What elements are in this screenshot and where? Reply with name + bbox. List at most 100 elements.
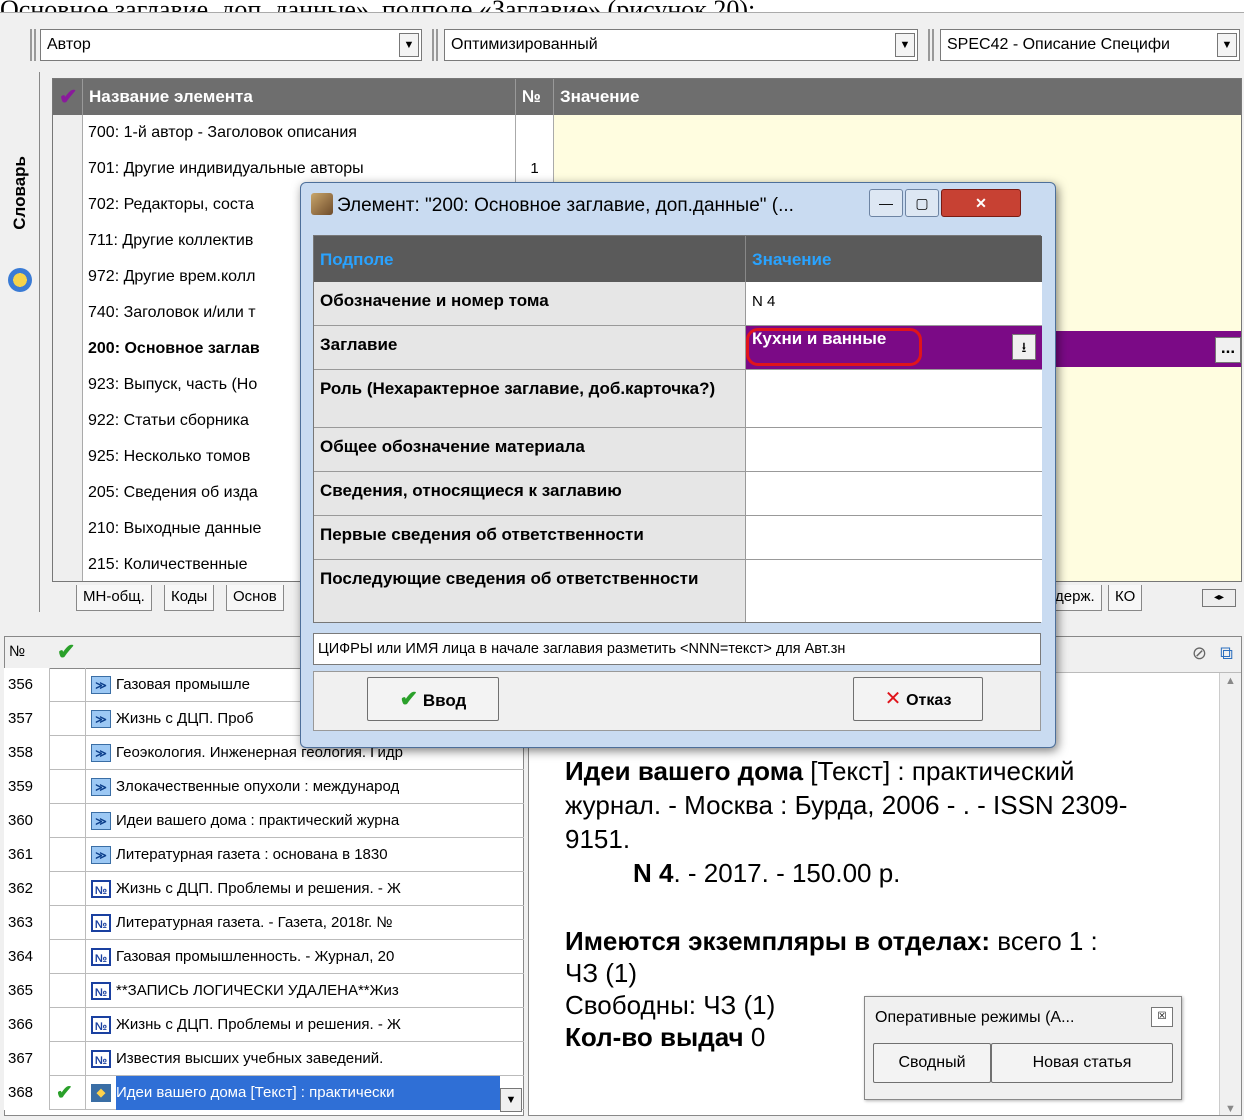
chevron-down-icon[interactable]: ▼ (895, 33, 915, 57)
record-title: Жизнь с ДЦП. Проблемы и решения. - Ж (116, 880, 401, 897)
row-check-cell[interactable] (53, 439, 83, 475)
record-number: 366 (4, 1008, 50, 1042)
tab-mn-general[interactable]: МН-общ. (76, 585, 152, 611)
new-article-button[interactable]: Новая статья (991, 1043, 1173, 1083)
row-check-cell[interactable] (53, 295, 83, 331)
dialog-title: Элемент: "200: Основное заглавие, доп.да… (337, 195, 794, 216)
maximize-icon[interactable]: ▢ (905, 189, 939, 217)
subfield-row[interactable]: Первые сведения об ответственности (314, 516, 1042, 560)
subfield-label: Общее обозначение материала (314, 428, 746, 471)
ok-button[interactable]: ✔ Ввод (367, 677, 499, 721)
record-check-cell[interactable] (50, 974, 86, 1008)
close-icon[interactable]: ✕ (941, 189, 1021, 217)
record-check-cell[interactable]: ✔ (50, 1076, 86, 1110)
row-check-cell[interactable] (53, 475, 83, 511)
chevron-down-icon[interactable]: ▼ (500, 1088, 522, 1112)
record-check-cell[interactable] (50, 940, 86, 974)
value-column-header[interactable]: Значение (554, 79, 1241, 115)
list-item[interactable]: 364 № Газовая промышленность. - Журнал, 20 (4, 940, 524, 974)
list-item[interactable]: 365 № **ЗАПИСЬ ЛОГИЧЕСКИ УДАЛЕНА**Жиз (4, 974, 524, 1008)
row-check-cell[interactable] (53, 187, 83, 223)
row-check-cell[interactable] (53, 511, 83, 547)
list-item[interactable]: 359 ≫ Злокачественные опухоли : международ (4, 770, 524, 804)
record-check-cell[interactable] (50, 702, 86, 736)
record-check-cell[interactable] (50, 838, 86, 872)
description-title-rest: [Текст] : практический (803, 756, 1075, 786)
list-item[interactable]: 366 № Жизнь с ДЦП. Проблемы и решения. - Ж (4, 1008, 524, 1042)
subfield-row[interactable]: Общее обозначение материала (314, 428, 1042, 472)
list-item[interactable]: 367 № Известия высших учебных заведений. (4, 1042, 524, 1076)
dictionary-icon[interactable] (8, 268, 32, 292)
record-number: 367 (4, 1042, 50, 1076)
title-value-editor[interactable]: Кухни и ванные ⭳ (746, 326, 1042, 369)
worksheet-combo[interactable]: SPEC42 - Описание Специфи ▼ (940, 29, 1240, 61)
subfield-value[interactable] (746, 428, 1042, 471)
row-check-cell[interactable] (53, 403, 83, 439)
issue-line: N 4. - 2017. - 150.00 р. (633, 857, 900, 889)
issue-number: N 4 (633, 858, 674, 888)
subfield-value[interactable] (746, 516, 1042, 559)
list-item[interactable]: 360 ≫ Идеи вашего дома : практический журн… (4, 804, 524, 838)
list-item-selected[interactable]: 368 ✔ ◆ Идеи вашего дома [Текст] : практиче… (4, 1076, 524, 1110)
serial-icon: ≫ (91, 710, 111, 728)
operational-modes-title: Оперативные режимы (А... (875, 1009, 1075, 1026)
free-copies: Свободны: ЧЗ (1) (565, 990, 776, 1020)
value-column-header[interactable]: Значение (746, 236, 1042, 282)
element-value[interactable] (554, 115, 1241, 151)
subfield-value[interactable] (746, 560, 1042, 622)
record-check-cell[interactable] (50, 872, 86, 906)
tab-ko[interactable]: КО (1108, 585, 1143, 611)
subfield-row[interactable]: Роль (Нехарактерное заглавие, доб.карточ… (314, 370, 1042, 428)
tag-icon[interactable]: ⊘ (1192, 643, 1207, 664)
subfield-row[interactable]: Обозначение и номер тома N 4 (314, 282, 1042, 326)
row-check-cell[interactable] (53, 259, 83, 295)
scrollbar[interactable]: ▲ ▼ (1219, 673, 1241, 1115)
row-check-cell[interactable] (53, 367, 83, 403)
subfield-value[interactable]: N 4 (746, 282, 1042, 325)
download-arrow-icon[interactable]: ⭳ (1012, 334, 1036, 360)
tab-codes[interactable]: Коды (164, 585, 215, 611)
subfield-column-header[interactable]: Подполе (314, 236, 746, 282)
loans-value: 0 (743, 1022, 766, 1052)
row-check-cell[interactable] (53, 547, 83, 581)
subfield-row-active[interactable]: Заглавие Кухни и ванные ⭳ (314, 326, 1042, 370)
author-combo[interactable]: Автор ▼ (40, 29, 422, 61)
record-check-cell[interactable] (50, 770, 86, 804)
row-check-cell[interactable] (53, 331, 83, 367)
chevron-down-icon[interactable]: ▼ (399, 33, 419, 57)
record-check-cell[interactable] (50, 906, 86, 940)
copy-icon[interactable]: ⧉ (1220, 643, 1233, 664)
subfield-value[interactable] (746, 472, 1042, 515)
summary-button[interactable]: Сводный (873, 1043, 991, 1083)
list-item[interactable]: 361 ≫ Литературная газета : основана в 183… (4, 838, 524, 872)
minimize-icon[interactable]: — (869, 189, 903, 217)
close-icon[interactable]: ☒ (1151, 1007, 1173, 1027)
hint-field[interactable]: ЦИФРЫ или ИМЯ лица в начале заглавия раз… (313, 633, 1041, 665)
copies-total: всего 1 : (990, 926, 1098, 956)
dictionary-tab[interactable]: Словарь (10, 156, 30, 230)
grid-row[interactable]: 700: 1-й автор - Заголовок описания (53, 115, 1241, 151)
cancel-button[interactable]: ✕ Отказ (853, 677, 983, 721)
name-column-header[interactable]: Название элемента (83, 79, 516, 115)
subfield-row[interactable]: Сведения, относящиеся к заглавию (314, 472, 1042, 516)
tab-scroll-arrows-icon[interactable]: ◂▸ (1202, 589, 1236, 607)
record-check-cell[interactable] (50, 736, 86, 770)
number-column-header[interactable]: № (9, 643, 25, 660)
row-check-cell[interactable] (53, 115, 83, 151)
tab-main[interactable]: Основ (226, 585, 284, 611)
chevron-down-icon[interactable]: ▼ (1217, 33, 1237, 57)
record-check-cell[interactable] (50, 668, 86, 702)
issue-number-icon: № (91, 982, 111, 1000)
ellipsis-button[interactable]: ... (1215, 337, 1241, 363)
record-check-cell[interactable] (50, 1008, 86, 1042)
record-check-cell[interactable] (50, 1042, 86, 1076)
list-item[interactable]: 362 № Жизнь с ДЦП. Проблемы и решения. - Ж (4, 872, 524, 906)
subfield-value[interactable] (746, 370, 1042, 427)
record-check-cell[interactable] (50, 804, 86, 838)
row-check-cell[interactable] (53, 223, 83, 259)
subfield-row[interactable]: Последующие сведения об ответственности (314, 560, 1042, 622)
mode-combo[interactable]: Оптимизированный ▼ (444, 29, 918, 61)
number-column-header[interactable]: № (516, 79, 554, 115)
list-item[interactable]: 363 № Литературная газета. - Газета, 2018г… (4, 906, 524, 940)
row-check-cell[interactable] (53, 151, 83, 187)
